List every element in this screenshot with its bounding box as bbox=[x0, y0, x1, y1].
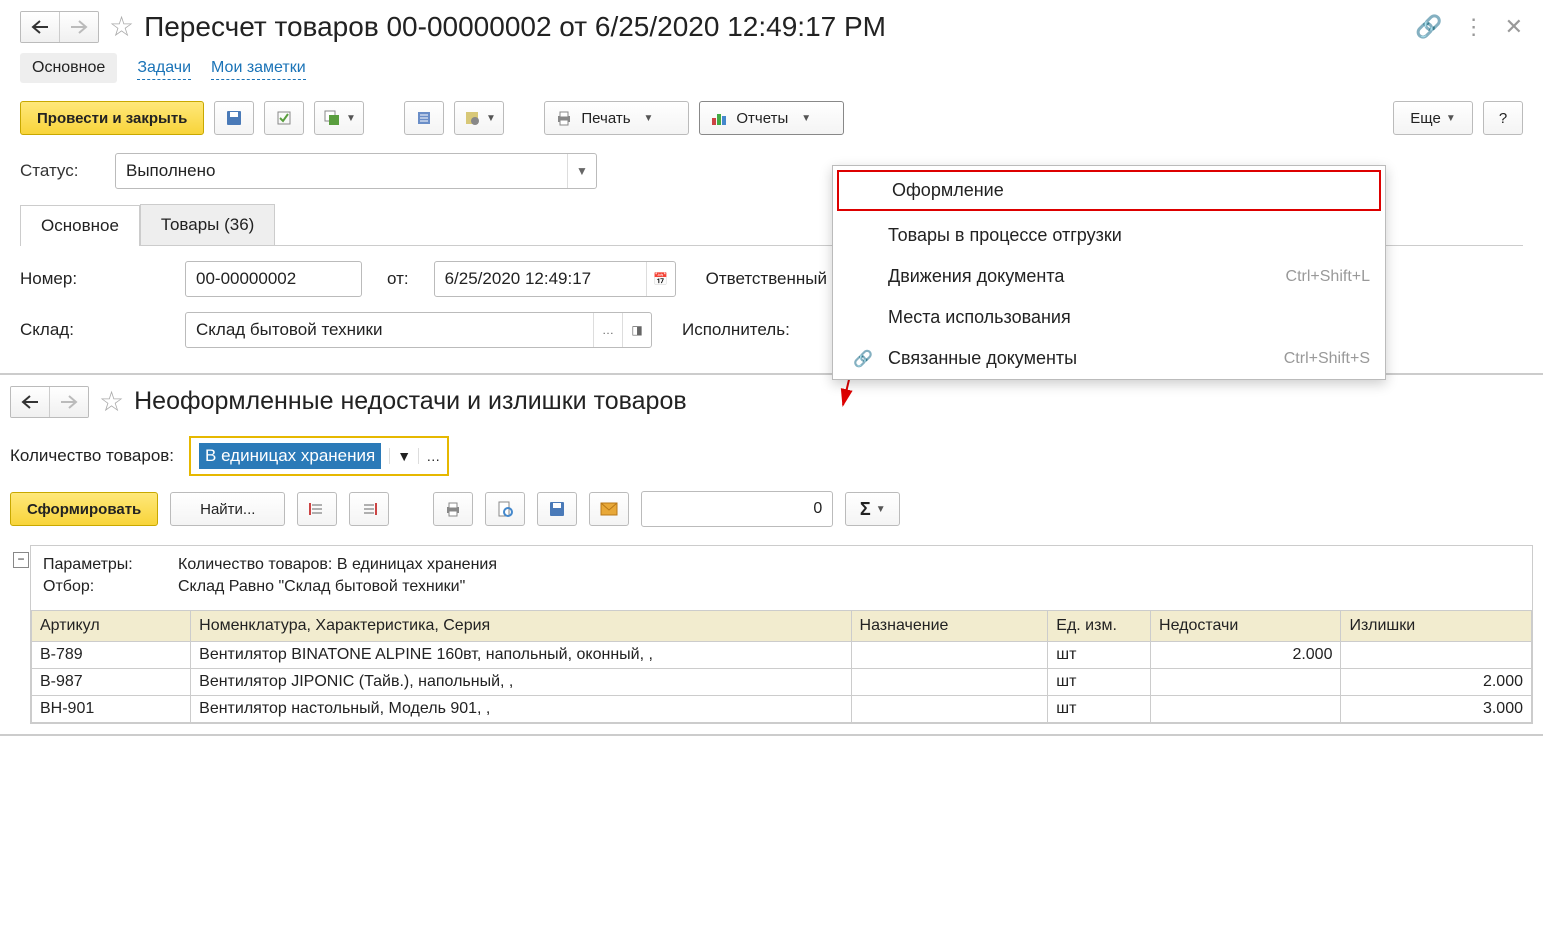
warehouse-label: Склад: bbox=[20, 320, 170, 340]
top-tab-tasks[interactable]: Задачи bbox=[137, 57, 191, 80]
print-icon bbox=[555, 110, 573, 126]
col-name: Номенклатура, Характеристика, Серия bbox=[191, 611, 851, 642]
settings-button[interactable]: ▼ bbox=[454, 101, 504, 135]
nav-buttons bbox=[20, 11, 99, 43]
preview-button[interactable] bbox=[485, 492, 525, 526]
responsible-label: Ответственный bbox=[706, 269, 827, 289]
expand-button[interactable] bbox=[297, 492, 337, 526]
qty-field[interactable]: В единицах хранения ▼ … bbox=[189, 436, 449, 476]
forward-button[interactable] bbox=[60, 12, 98, 42]
qty-ellipsis[interactable]: … bbox=[418, 448, 447, 464]
qty-dropdown[interactable]: ▼ bbox=[389, 448, 418, 464]
sw-favorite-icon[interactable]: ☆ bbox=[99, 385, 124, 418]
link-docs-icon: 🔗 bbox=[848, 349, 878, 369]
menu-item-linked[interactable]: 🔗Связанные документы Ctrl+Shift+S bbox=[833, 338, 1385, 379]
back-button[interactable] bbox=[21, 12, 60, 42]
col-article: Артикул bbox=[32, 611, 191, 642]
tab-main[interactable]: Основное bbox=[20, 205, 140, 246]
table-row[interactable]: ВН-901Вентилятор настольный, Модель 901,… bbox=[32, 696, 1532, 723]
sw-title: Неоформленные недостачи и излишки товаро… bbox=[134, 387, 687, 416]
print-button[interactable]: Печать▼ bbox=[544, 101, 689, 135]
status-value[interactable]: Выполнено bbox=[116, 161, 567, 181]
menu-item-design[interactable]: Оформление bbox=[837, 170, 1381, 211]
more-button[interactable]: Еще▼ bbox=[1393, 101, 1473, 135]
top-tab-notes[interactable]: Мои заметки bbox=[211, 57, 306, 80]
sw-print-button[interactable] bbox=[433, 492, 473, 526]
list-button[interactable] bbox=[404, 101, 444, 135]
more-icon[interactable]: ⋮ bbox=[1463, 14, 1485, 40]
page-title: Пересчет товаров 00-00000002 от 6/25/202… bbox=[144, 11, 1405, 43]
based-on-button[interactable]: ▼ bbox=[314, 101, 364, 135]
menu-item-usage[interactable]: Места использования bbox=[833, 297, 1385, 338]
col-dest: Назначение bbox=[851, 611, 1048, 642]
open-button[interactable]: ◨ bbox=[622, 313, 651, 347]
table-row[interactable]: В-789Вентилятор BINATONE ALPINE 160вт, н… bbox=[32, 642, 1532, 669]
collapse-toggle[interactable]: − bbox=[13, 552, 29, 568]
reports-button[interactable]: Отчеты▼ bbox=[699, 101, 844, 135]
menu-item-shipping[interactable]: Товары в процессе отгрузки bbox=[833, 215, 1385, 256]
chart-icon bbox=[710, 110, 728, 126]
qty-value: В единицах хранения bbox=[199, 443, 381, 469]
col-short: Недостачи bbox=[1151, 611, 1341, 642]
calendar-icon[interactable]: 📅 bbox=[646, 262, 675, 296]
sw-save-button[interactable] bbox=[537, 492, 577, 526]
link-icon[interactable]: 🔗 bbox=[1415, 14, 1442, 40]
mail-button[interactable] bbox=[589, 492, 629, 526]
close-icon[interactable]: ✕ bbox=[1505, 14, 1523, 40]
sw-back-button[interactable] bbox=[11, 387, 50, 417]
report-area: − Параметры:Количество товаров: В единиц… bbox=[30, 545, 1533, 724]
status-label: Статус: bbox=[20, 161, 100, 181]
qty-label: Количество товаров: bbox=[10, 446, 174, 466]
from-label: от: bbox=[387, 269, 409, 289]
save-button[interactable] bbox=[214, 101, 254, 135]
date-field[interactable]: 6/25/2020 12:49:17 bbox=[435, 269, 646, 289]
generate-button[interactable]: Сформировать bbox=[10, 492, 158, 526]
count-field[interactable]: 0 bbox=[641, 491, 833, 527]
number-label: Номер: bbox=[20, 269, 170, 289]
tab-goods[interactable]: Товары (36) bbox=[140, 204, 275, 245]
table-row[interactable]: В-987Вентилятор JIPONIC (Тайв.), напольн… bbox=[32, 669, 1532, 696]
top-tab-main[interactable]: Основное bbox=[20, 53, 117, 83]
sum-button[interactable]: Σ▼ bbox=[845, 492, 900, 526]
warehouse-field[interactable]: Склад бытовой техники bbox=[186, 320, 593, 340]
number-field[interactable]: 00-00000002 bbox=[186, 269, 361, 289]
col-over: Излишки bbox=[1341, 611, 1532, 642]
find-button[interactable]: Найти... bbox=[170, 492, 285, 526]
col-unit: Ед. изм. bbox=[1048, 611, 1151, 642]
sw-nav-buttons bbox=[10, 386, 89, 418]
sw-forward-button[interactable] bbox=[50, 387, 88, 417]
filter-value: Склад Равно "Склад бытовой техники" bbox=[178, 578, 465, 596]
filter-label: Отбор: bbox=[43, 578, 158, 596]
favorite-icon[interactable]: ☆ bbox=[109, 10, 134, 43]
collapse-button[interactable] bbox=[349, 492, 389, 526]
executor-label: Исполнитель: bbox=[682, 320, 790, 340]
menu-item-movements[interactable]: Движения документа Ctrl+Shift+L bbox=[833, 256, 1385, 297]
ellipsis-button[interactable]: … bbox=[593, 313, 622, 347]
params-value: Количество товаров: В единицах хранения bbox=[178, 556, 497, 574]
reports-menu: Оформление Товары в процессе отгрузки Дв… bbox=[832, 165, 1386, 380]
report-table: Артикул Номенклатура, Характеристика, Се… bbox=[31, 610, 1532, 723]
post-button[interactable] bbox=[264, 101, 304, 135]
help-button[interactable]: ? bbox=[1483, 101, 1523, 135]
params-label: Параметры: bbox=[43, 556, 158, 574]
post-close-button[interactable]: Провести и закрыть bbox=[20, 101, 204, 135]
status-dropdown[interactable]: ▼ bbox=[567, 154, 596, 188]
